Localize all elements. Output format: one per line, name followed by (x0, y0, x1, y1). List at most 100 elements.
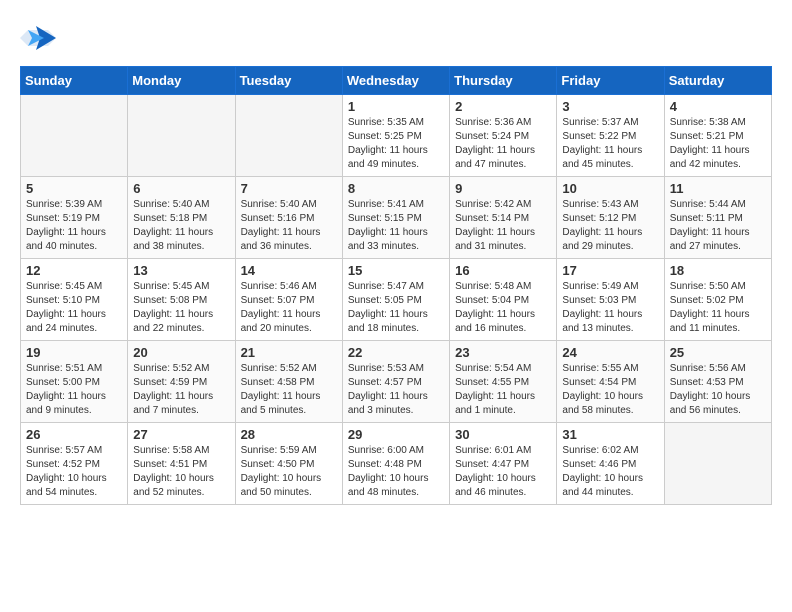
day-info: Sunrise: 5:48 AM Sunset: 5:04 PM Dayligh… (455, 280, 551, 336)
day-number: 20 (133, 345, 229, 360)
day-number: 8 (348, 181, 444, 196)
day-number: 31 (562, 427, 658, 442)
calendar-week-row: 12 Sunrise: 5:45 AM Sunset: 5:10 PM Dayli… (21, 259, 772, 341)
day-number: 2 (455, 99, 551, 114)
calendar-week-row: 19 Sunrise: 5:51 AM Sunset: 5:00 PM Dayli… (21, 341, 772, 423)
calendar-week-row: 26 Sunrise: 5:57 AM Sunset: 4:52 PM Dayli… (21, 423, 772, 505)
calendar-cell: 31 Sunrise: 6:02 AM Sunset: 4:46 PM Dayli… (557, 423, 664, 505)
day-number: 15 (348, 263, 444, 278)
calendar-cell: 3Sunrise: 5:37 AM Sunset: 5:22 PM Daylig… (557, 95, 664, 177)
day-number: 4 (670, 99, 766, 114)
day-info: Sunrise: 5:45 AM Sunset: 5:10 PM Dayligh… (26, 280, 122, 336)
calendar-cell: 22Sunrise: 5:53 AM Sunset: 4:57 PM Dayli… (342, 341, 449, 423)
calendar-cell (664, 423, 771, 505)
day-info: Sunrise: 5:44 AM Sunset: 5:11 PM Dayligh… (670, 198, 766, 254)
day-number: 27 (133, 427, 229, 442)
day-info: Sunrise: 6:01 AM Sunset: 4:47 PM Dayligh… (455, 444, 551, 500)
day-info: Sunrise: 5:50 AM Sunset: 5:02 PM Dayligh… (670, 280, 766, 336)
day-number: 9 (455, 181, 551, 196)
weekday-header: Saturday (664, 67, 771, 95)
day-number: 30 (455, 427, 551, 442)
calendar-header: SundayMondayTuesdayWednesdayThursdayFrid… (21, 67, 772, 95)
calendar-cell: 20Sunrise: 5:52 AM Sunset: 4:59 PM Dayli… (128, 341, 235, 423)
calendar-cell: 13Sunrise: 5:45 AM Sunset: 5:08 PM Dayli… (128, 259, 235, 341)
day-info: Sunrise: 5:58 AM Sunset: 4:51 PM Dayligh… (133, 444, 229, 500)
day-number: 17 (562, 263, 658, 278)
day-info: Sunrise: 5:37 AM Sunset: 5:22 PM Dayligh… (562, 116, 658, 172)
calendar-cell: 10 Sunrise: 5:43 AM Sunset: 5:12 PM Dayli… (557, 177, 664, 259)
day-number: 13 (133, 263, 229, 278)
day-info: Sunrise: 5:36 AM Sunset: 5:24 PM Dayligh… (455, 116, 551, 172)
calendar-cell: 23 Sunrise: 5:54 AM Sunset: 4:55 PM Dayli… (450, 341, 557, 423)
calendar-week-row: 5Sunrise: 5:39 AM Sunset: 5:19 PM Daylig… (21, 177, 772, 259)
day-info: Sunrise: 5:49 AM Sunset: 5:03 PM Dayligh… (562, 280, 658, 336)
calendar-cell: 16 Sunrise: 5:48 AM Sunset: 5:04 PM Dayli… (450, 259, 557, 341)
day-info: Sunrise: 6:02 AM Sunset: 4:46 PM Dayligh… (562, 444, 658, 500)
day-info: Sunrise: 5:43 AM Sunset: 5:12 PM Dayligh… (562, 198, 658, 254)
page-header (20, 20, 772, 56)
day-info: Sunrise: 5:55 AM Sunset: 4:54 PM Dayligh… (562, 362, 658, 418)
weekday-row: SundayMondayTuesdayWednesdayThursdayFrid… (21, 67, 772, 95)
day-number: 10 (562, 181, 658, 196)
day-number: 16 (455, 263, 551, 278)
calendar-cell: 25 Sunrise: 5:56 AM Sunset: 4:53 PM Dayli… (664, 341, 771, 423)
day-number: 11 (670, 181, 766, 196)
calendar-cell (21, 95, 128, 177)
day-info: Sunrise: 5:51 AM Sunset: 5:00 PM Dayligh… (26, 362, 122, 418)
calendar-body: 1 Sunrise: 5:35 AM Sunset: 5:25 PM Daylig… (21, 95, 772, 505)
calendar-cell: 27 Sunrise: 5:58 AM Sunset: 4:51 PM Dayli… (128, 423, 235, 505)
day-number: 6 (133, 181, 229, 196)
day-info: Sunrise: 5:57 AM Sunset: 4:52 PM Dayligh… (26, 444, 122, 500)
calendar-cell (128, 95, 235, 177)
day-number: 23 (455, 345, 551, 360)
calendar-cell: 14 Sunrise: 5:46 AM Sunset: 5:07 PM Dayli… (235, 259, 342, 341)
calendar-cell: 30 Sunrise: 6:01 AM Sunset: 4:47 PM Dayli… (450, 423, 557, 505)
day-number: 28 (241, 427, 337, 442)
weekday-header: Friday (557, 67, 664, 95)
calendar-cell: 12 Sunrise: 5:45 AM Sunset: 5:10 PM Dayli… (21, 259, 128, 341)
weekday-header: Wednesday (342, 67, 449, 95)
day-info: Sunrise: 5:35 AM Sunset: 5:25 PM Dayligh… (348, 116, 444, 172)
calendar-cell: 24 Sunrise: 5:55 AM Sunset: 4:54 PM Dayli… (557, 341, 664, 423)
day-info: Sunrise: 5:53 AM Sunset: 4:57 PM Dayligh… (348, 362, 444, 418)
calendar-cell: 7 Sunrise: 5:40 AM Sunset: 5:16 PM Daylig… (235, 177, 342, 259)
day-number: 14 (241, 263, 337, 278)
calendar-cell: 4 Sunrise: 5:38 AM Sunset: 5:21 PM Daylig… (664, 95, 771, 177)
day-info: Sunrise: 5:40 AM Sunset: 5:16 PM Dayligh… (241, 198, 337, 254)
weekday-header: Monday (128, 67, 235, 95)
calendar-cell: 29Sunrise: 6:00 AM Sunset: 4:48 PM Dayli… (342, 423, 449, 505)
day-number: 12 (26, 263, 122, 278)
day-info: Sunrise: 6:00 AM Sunset: 4:48 PM Dayligh… (348, 444, 444, 500)
calendar-cell: 11 Sunrise: 5:44 AM Sunset: 5:11 PM Dayli… (664, 177, 771, 259)
day-info: Sunrise: 5:46 AM Sunset: 5:07 PM Dayligh… (241, 280, 337, 336)
calendar-cell (235, 95, 342, 177)
day-number: 19 (26, 345, 122, 360)
day-info: Sunrise: 5:42 AM Sunset: 5:14 PM Dayligh… (455, 198, 551, 254)
day-info: Sunrise: 5:59 AM Sunset: 4:50 PM Dayligh… (241, 444, 337, 500)
day-number: 26 (26, 427, 122, 442)
calendar-cell: 26 Sunrise: 5:57 AM Sunset: 4:52 PM Dayli… (21, 423, 128, 505)
logo (20, 20, 60, 56)
weekday-header: Thursday (450, 67, 557, 95)
calendar-cell: 15 Sunrise: 5:47 AM Sunset: 5:05 PM Dayli… (342, 259, 449, 341)
day-number: 21 (241, 345, 337, 360)
day-info: Sunrise: 5:47 AM Sunset: 5:05 PM Dayligh… (348, 280, 444, 336)
day-number: 1 (348, 99, 444, 114)
day-info: Sunrise: 5:56 AM Sunset: 4:53 PM Dayligh… (670, 362, 766, 418)
calendar-cell: 5Sunrise: 5:39 AM Sunset: 5:19 PM Daylig… (21, 177, 128, 259)
weekday-header: Tuesday (235, 67, 342, 95)
day-number: 25 (670, 345, 766, 360)
calendar-cell: 21Sunrise: 5:52 AM Sunset: 4:58 PM Dayli… (235, 341, 342, 423)
day-info: Sunrise: 5:38 AM Sunset: 5:21 PM Dayligh… (670, 116, 766, 172)
day-number: 24 (562, 345, 658, 360)
weekday-header: Sunday (21, 67, 128, 95)
day-number: 5 (26, 181, 122, 196)
calendar-cell: 19 Sunrise: 5:51 AM Sunset: 5:00 PM Dayli… (21, 341, 128, 423)
day-number: 7 (241, 181, 337, 196)
calendar-cell: 17 Sunrise: 5:49 AM Sunset: 5:03 PM Dayli… (557, 259, 664, 341)
day-info: Sunrise: 5:54 AM Sunset: 4:55 PM Dayligh… (455, 362, 551, 418)
calendar-table: SundayMondayTuesdayWednesdayThursdayFrid… (20, 66, 772, 505)
calendar-cell: 28 Sunrise: 5:59 AM Sunset: 4:50 PM Dayli… (235, 423, 342, 505)
logo-icon (20, 20, 56, 56)
calendar-cell: 6Sunrise: 5:40 AM Sunset: 5:18 PM Daylig… (128, 177, 235, 259)
